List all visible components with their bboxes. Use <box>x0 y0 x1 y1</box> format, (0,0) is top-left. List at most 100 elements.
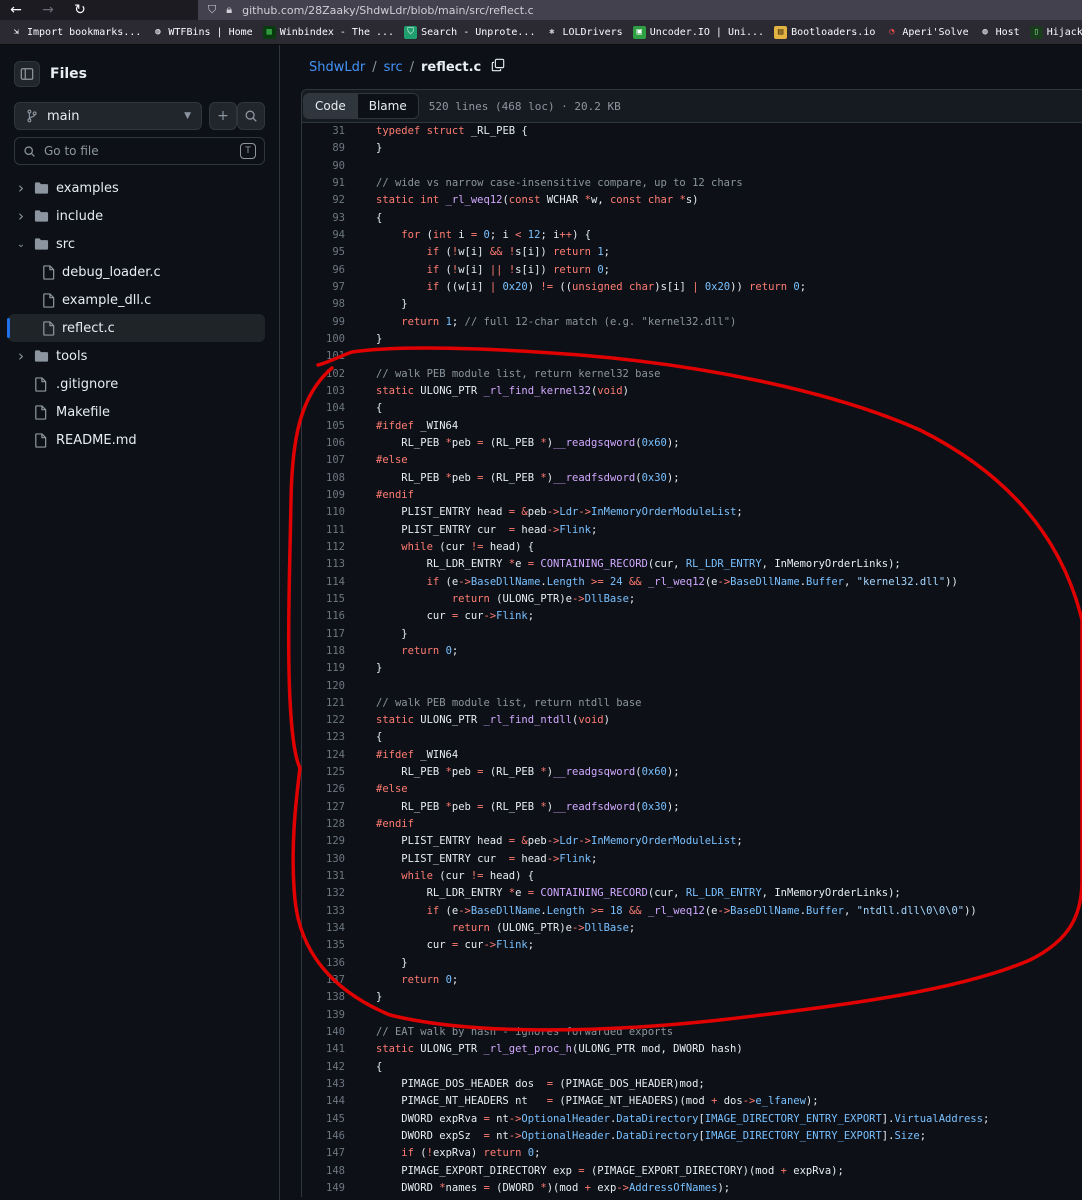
line-number[interactable]: 108 <box>302 470 345 487</box>
line-number[interactable]: 109 <box>302 487 345 504</box>
line-number[interactable]: 31 <box>302 123 345 140</box>
bookmark-item[interactable]: ⇲ Import bookmarks... <box>10 26 142 39</box>
line-number[interactable]: 95 <box>302 244 345 261</box>
line-number[interactable]: 144 <box>302 1093 345 1110</box>
tree-file[interactable]: .gitignore <box>0 370 280 398</box>
bookmark-item[interactable]: ▤ Bootloaders.io <box>774 25 875 39</box>
line-number[interactable]: 107 <box>302 452 345 469</box>
back-arrow-icon[interactable]: ← <box>0 0 32 20</box>
line-number[interactable]: 149 <box>302 1180 345 1197</box>
bookmark-item[interactable]: ◍ WTFBins | Home <box>151 26 253 39</box>
bookmark-item[interactable]: ▣ Uncoder.IO | Uni... <box>632 25 764 39</box>
branch-selector[interactable]: main ▼ <box>14 102 202 130</box>
tree-folder[interactable]: › include <box>0 202 280 230</box>
tree-file[interactable]: README.md <box>0 426 280 454</box>
line-number[interactable]: 143 <box>302 1076 345 1093</box>
bookmark-item[interactable]: ◍ Host <box>979 26 1019 39</box>
line-number[interactable]: 135 <box>302 937 345 954</box>
line-number[interactable]: 132 <box>302 885 345 902</box>
line-number[interactable]: 130 <box>302 851 345 868</box>
line-number[interactable]: 122 <box>302 712 345 729</box>
line-number[interactable]: 101 <box>302 348 345 365</box>
line-number[interactable]: 115 <box>302 591 345 608</box>
line-number[interactable]: 126 <box>302 781 345 798</box>
line-number[interactable]: 117 <box>302 626 345 643</box>
tab-blame[interactable]: Blame <box>357 94 418 118</box>
breadcrumb-dir-link[interactable]: src <box>384 60 403 75</box>
line-number[interactable]: 99 <box>302 314 345 331</box>
line-number[interactable]: 138 <box>302 989 345 1006</box>
line-number[interactable]: 137 <box>302 972 345 989</box>
sidebar-toggle-icon[interactable] <box>14 61 40 87</box>
reload-icon[interactable]: ↻ <box>64 0 96 20</box>
tab-code[interactable]: Code <box>304 94 358 118</box>
bookmark-item[interactable]: ✱ LOLDrivers <box>545 26 622 39</box>
line-number[interactable]: 145 <box>302 1111 345 1128</box>
line-number[interactable]: 120 <box>302 678 345 695</box>
bookmark-item[interactable]: ▯Hijack Libs <box>1029 25 1082 39</box>
chevron-right-icon[interactable]: › <box>15 207 27 225</box>
line-number[interactable]: 92 <box>302 192 345 209</box>
chevron-right-icon[interactable]: › <box>15 179 27 197</box>
line-number[interactable]: 121 <box>302 695 345 712</box>
line-number[interactable]: 125 <box>302 764 345 781</box>
line-number[interactable]: 141 <box>302 1041 345 1058</box>
line-number[interactable]: 100 <box>302 331 345 348</box>
line-number[interactable]: 114 <box>302 574 345 591</box>
tree-file[interactable]: Makefile <box>0 398 280 426</box>
line-number[interactable]: 127 <box>302 799 345 816</box>
line-number[interactable]: 147 <box>302 1145 345 1162</box>
chevron-right-icon[interactable]: › <box>15 347 27 365</box>
line-number[interactable]: 148 <box>302 1163 345 1180</box>
line-number[interactable]: 116 <box>302 608 345 625</box>
line-number[interactable]: 136 <box>302 955 345 972</box>
bookmark-item[interactable]: ◔ Aperi'Solve <box>885 26 968 39</box>
line-number[interactable]: 94 <box>302 227 345 244</box>
line-number[interactable]: 123 <box>302 729 345 746</box>
line-number[interactable]: 134 <box>302 920 345 937</box>
line-number[interactable]: 89 <box>302 140 345 157</box>
url-bar[interactable]: ⛉ 🔒︎ github.com/28Zaaky/ShdwLdr/blob/mai… <box>198 0 1082 20</box>
line-number[interactable]: 124 <box>302 747 345 764</box>
line-number[interactable]: 93 <box>302 210 345 227</box>
line-number[interactable]: 142 <box>302 1059 345 1076</box>
line-number[interactable]: 140 <box>302 1024 345 1041</box>
tree-folder[interactable]: › examples <box>0 174 280 202</box>
line-number[interactable]: 119 <box>302 660 345 677</box>
line-number[interactable]: 96 <box>302 262 345 279</box>
line-number[interactable]: 102 <box>302 366 345 383</box>
bookmark-item[interactable]: ▦ Winbindex - The ... <box>262 25 394 39</box>
line-number[interactable]: 133 <box>302 903 345 920</box>
line-number[interactable]: 128 <box>302 816 345 833</box>
line-number[interactable]: 105 <box>302 418 345 435</box>
line-number[interactable]: 90 <box>302 158 345 175</box>
line-number[interactable]: 91 <box>302 175 345 192</box>
forward-arrow-icon[interactable]: → <box>32 0 64 20</box>
line-number[interactable]: 106 <box>302 435 345 452</box>
line-number[interactable]: 118 <box>302 643 345 660</box>
line-number[interactable]: 97 <box>302 279 345 296</box>
breadcrumb-repo-link[interactable]: ShdwLdr <box>309 60 365 75</box>
chevron-down-icon[interactable]: ⌄ <box>15 239 27 250</box>
line-number[interactable]: 113 <box>302 556 345 573</box>
tree-file[interactable]: reflect.c <box>7 314 265 342</box>
line-number[interactable]: 112 <box>302 539 345 556</box>
add-file-button[interactable]: + <box>209 102 237 130</box>
line-number[interactable]: 98 <box>302 296 345 313</box>
tree-file[interactable]: example_dll.c <box>0 286 280 314</box>
line-number[interactable]: 146 <box>302 1128 345 1145</box>
copy-path-icon[interactable] <box>491 58 505 76</box>
line-number[interactable]: 131 <box>302 868 345 885</box>
tree-folder[interactable]: ⌄ src <box>0 230 280 258</box>
bookmark-item[interactable]: ⛉ Search - Unprote... <box>404 25 535 39</box>
line-number[interactable]: 129 <box>302 833 345 850</box>
line-number[interactable]: 103 <box>302 383 345 400</box>
line-number[interactable]: 111 <box>302 522 345 539</box>
tree-folder[interactable]: › tools <box>0 342 280 370</box>
search-button[interactable] <box>237 102 265 130</box>
line-number[interactable]: 139 <box>302 1007 345 1024</box>
go-to-file-input[interactable]: Go to file T <box>14 137 265 165</box>
line-number[interactable]: 110 <box>302 504 345 521</box>
tree-file[interactable]: debug_loader.c <box>0 258 280 286</box>
line-number[interactable]: 104 <box>302 400 345 417</box>
